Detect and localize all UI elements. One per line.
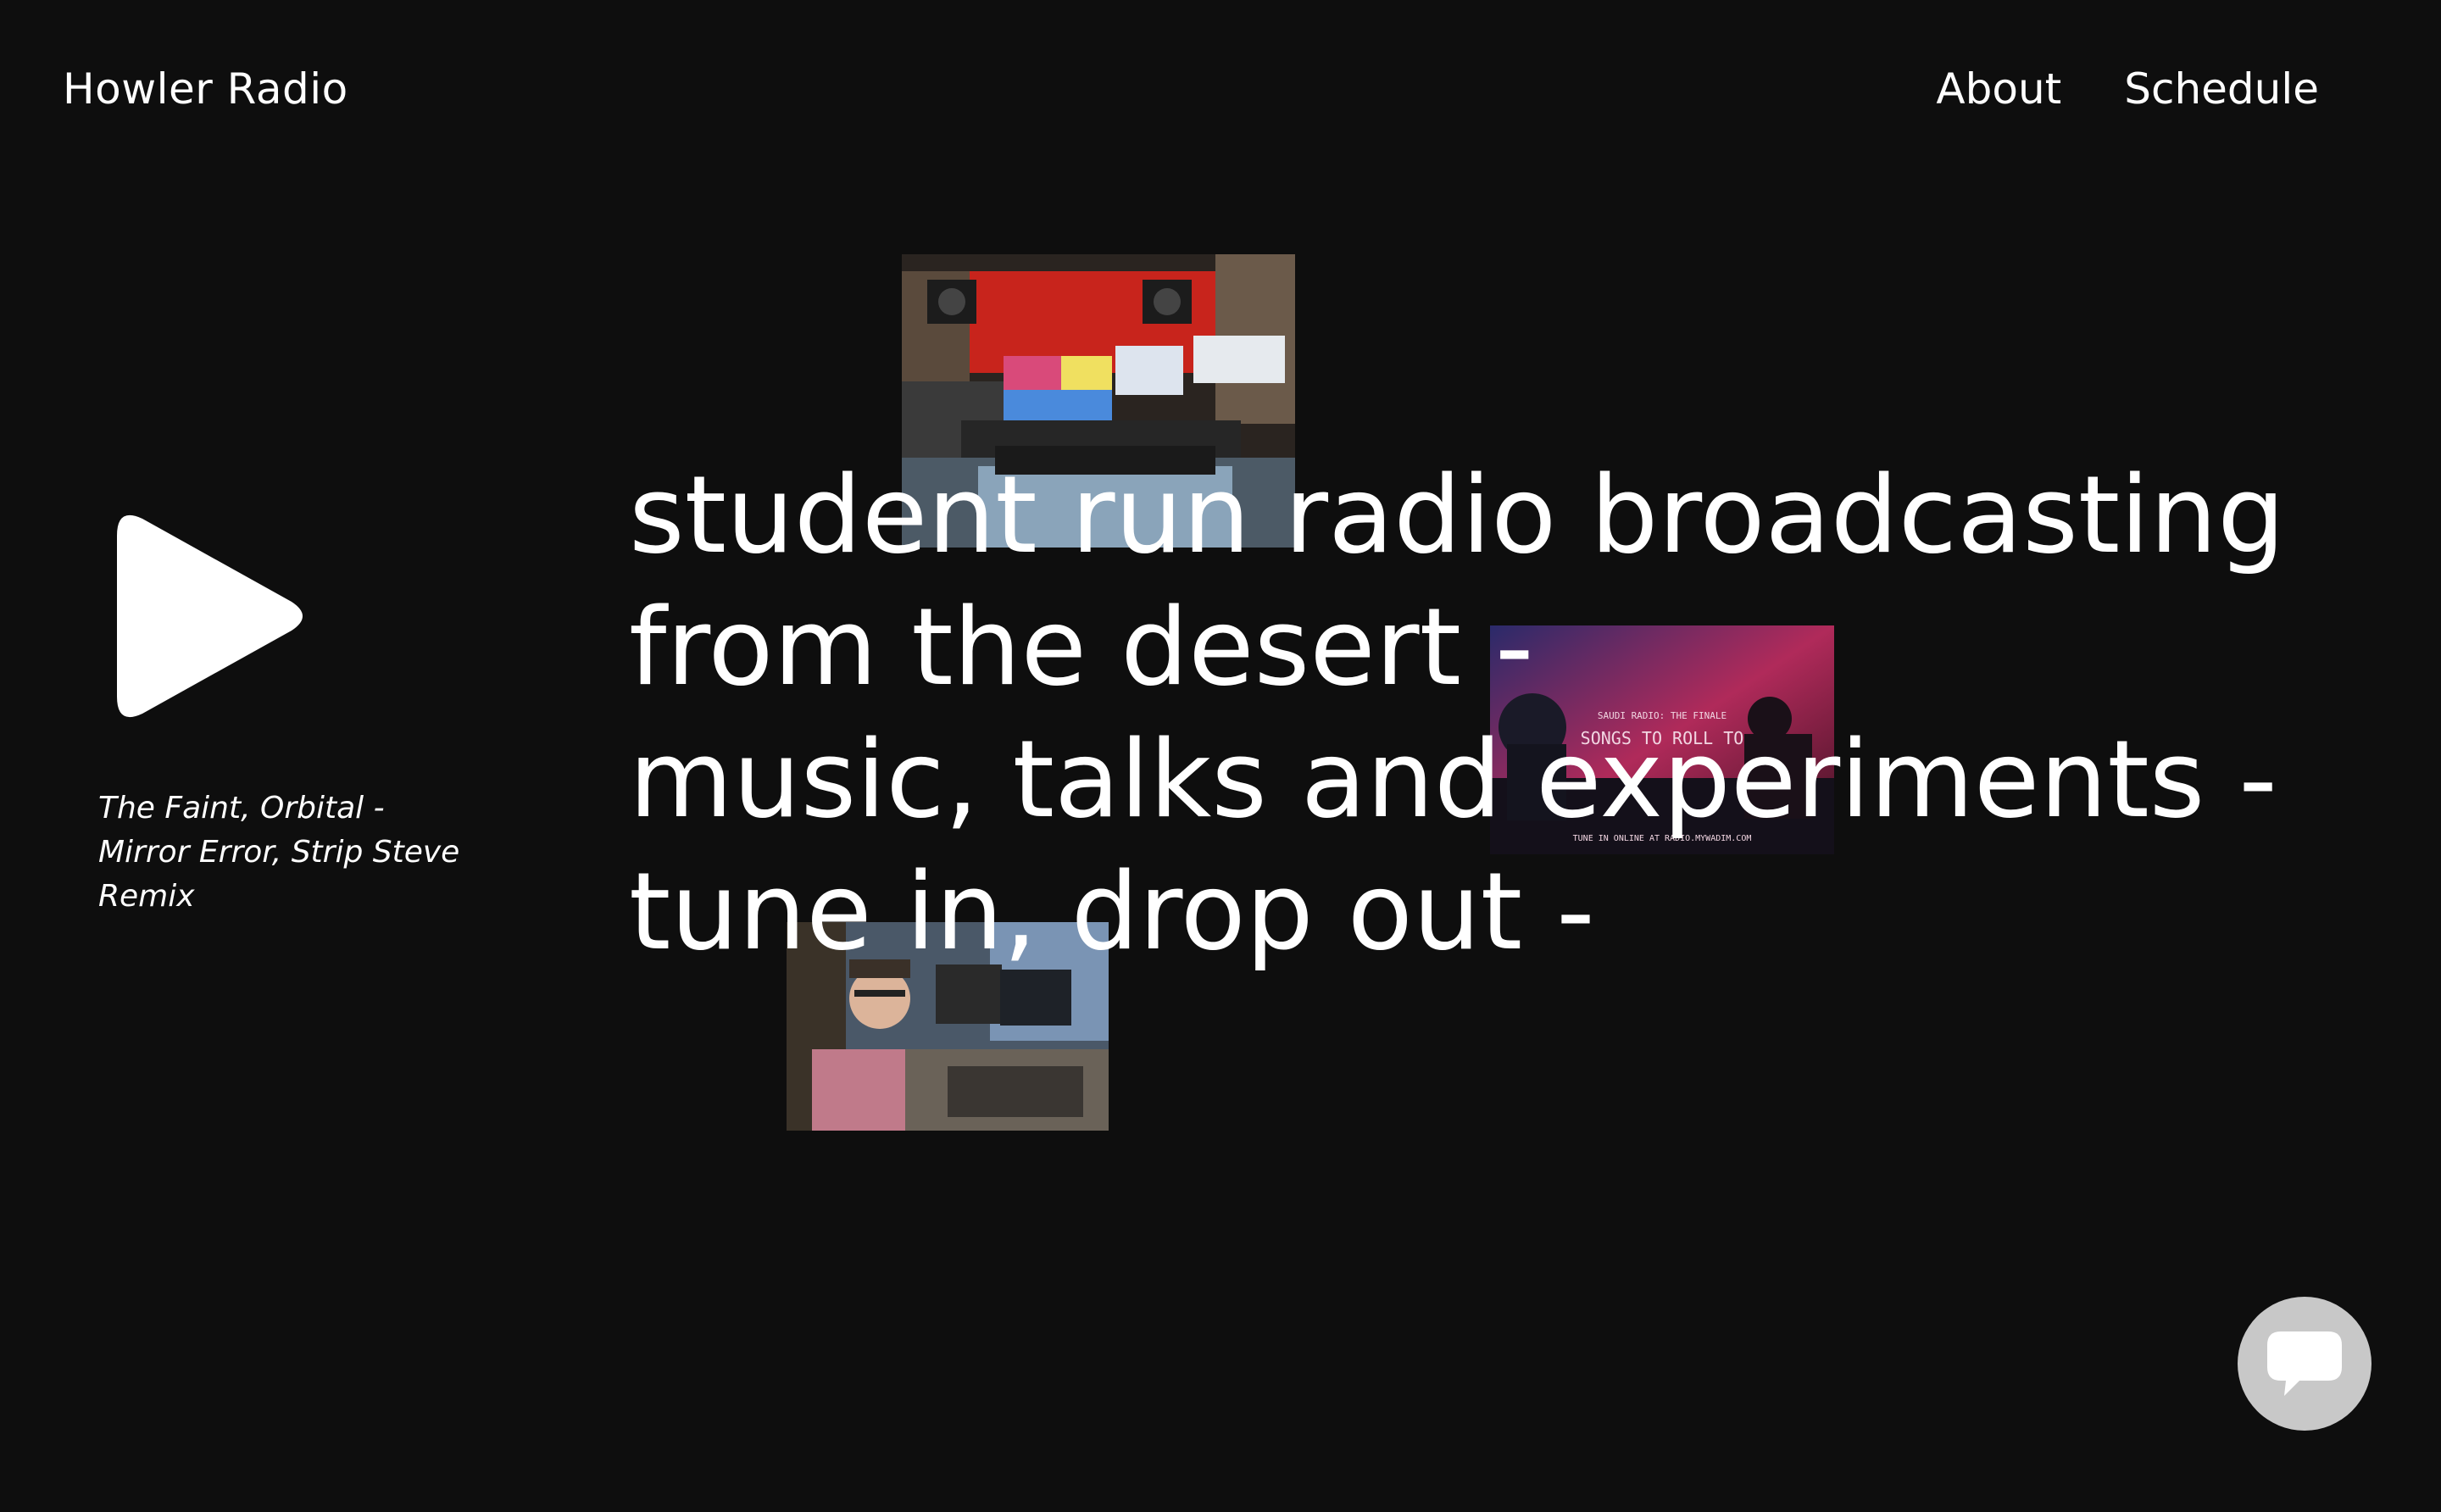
hero-line-1: student run radio broadcasting	[629, 453, 2286, 577]
main-nav: About Schedule	[1936, 64, 2319, 114]
site-brand-link[interactable]: Howler Radio	[63, 64, 348, 114]
play-button[interactable]	[114, 502, 317, 731]
nav-schedule-link[interactable]: Schedule	[2124, 64, 2319, 114]
hero-line-2: from the desert -	[629, 585, 1534, 709]
nav-about-link[interactable]: About	[1936, 64, 2061, 114]
chat-bubble-icon	[2267, 1331, 2342, 1396]
now-playing-text: The Faint, Orbital - Mirror Error, Strip…	[98, 791, 460, 914]
play-icon	[117, 514, 303, 718]
page: Howler Radio About Schedule The Faint, O…	[0, 0, 2441, 1512]
hero-line-4: tune in, drop out -	[629, 849, 1595, 974]
hero-tagline: student run radio broadcasting from the …	[629, 449, 2324, 978]
chat-button[interactable]	[2238, 1297, 2371, 1431]
hero-line-3: music, talks and experiments -	[629, 717, 2277, 842]
